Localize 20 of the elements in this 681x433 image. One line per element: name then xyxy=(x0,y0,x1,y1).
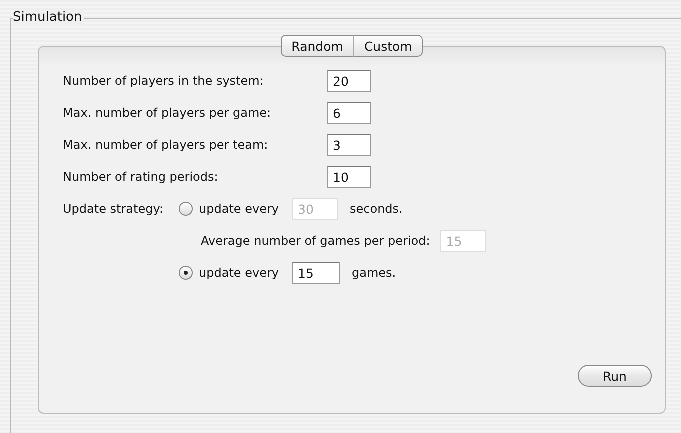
tab[interactable]: Random xyxy=(280,35,354,57)
input-field[interactable]: 3 xyxy=(327,134,371,156)
radio-button[interactable] xyxy=(179,266,193,280)
option-label: update every xyxy=(199,266,280,280)
field-label: Average number of games per period: xyxy=(201,234,430,248)
unit-label: games. xyxy=(352,266,396,280)
run-button[interactable]: Run xyxy=(578,365,652,387)
field-label: Max. number of players per game: xyxy=(63,106,272,120)
input-field[interactable]: 6 xyxy=(327,102,371,124)
input-field[interactable]: 10 xyxy=(327,166,371,188)
field-label: Number of rating periods: xyxy=(63,170,220,184)
option-label: update every xyxy=(199,202,280,216)
tab[interactable]: Custom xyxy=(354,35,424,57)
field-label: Number of players in the system: xyxy=(63,74,265,88)
field-label: Max. number of players per team: xyxy=(63,138,270,152)
field-label: Update strategy: xyxy=(63,202,164,216)
unit-label: seconds. xyxy=(350,202,403,216)
input-field[interactable]: 20 xyxy=(327,70,371,92)
group-title: Simulation xyxy=(13,10,84,26)
input-field[interactable]: 15 xyxy=(292,262,340,284)
